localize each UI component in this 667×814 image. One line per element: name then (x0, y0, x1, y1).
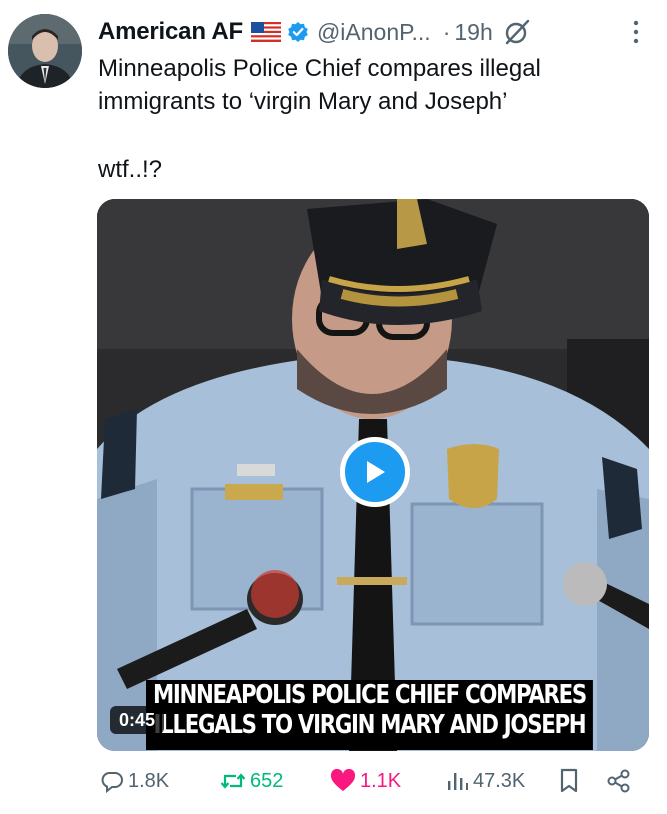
share-icon (607, 769, 630, 793)
us-flag-icon (250, 22, 281, 42)
video-caption: MINNEAPOLIS POLICE CHIEF COMPARES ILLEGA… (146, 680, 593, 750)
video-duration: 0:45 (110, 706, 164, 734)
author-handle[interactable]: @iAnonP... (317, 19, 431, 46)
bookmark-button[interactable] (558, 764, 584, 798)
views-count: 47.3K (473, 769, 526, 792)
post-timestamp[interactable]: 19h (454, 19, 492, 46)
repost-icon (220, 773, 246, 789)
video-caption-line1: MINNEAPOLIS POLICE CHIEF COMPARES (152, 680, 587, 710)
author-name[interactable]: American AF (98, 18, 243, 46)
more-options-icon[interactable] (633, 18, 639, 46)
post-text-extra: wtf..!? (98, 156, 163, 183)
repost-count: 652 (250, 769, 284, 792)
post-text: Minneapolis Police Chief compares illega… (98, 55, 541, 115)
avatar[interactable] (8, 14, 82, 88)
grok-icon[interactable] (503, 18, 531, 46)
reply-button[interactable]: 1.8K (100, 764, 169, 798)
reply-icon (101, 772, 123, 793)
verified-badge-icon (288, 22, 308, 42)
play-icon (367, 461, 385, 483)
views-icon (448, 773, 468, 790)
like-count: 1.1K (360, 769, 402, 792)
separator-dot: · (442, 18, 451, 45)
heart-icon (330, 769, 356, 791)
reply-count: 1.8K (128, 769, 170, 792)
post-header: American AF @iAnonP... · 19h (98, 14, 659, 50)
post-actions: 1.8K 652 1.1K 47.3K (100, 764, 648, 798)
video-player[interactable] (97, 199, 649, 751)
avatar-image (8, 14, 82, 88)
share-button[interactable] (606, 764, 636, 798)
repost-button[interactable]: 652 (220, 764, 283, 798)
bookmark-icon (560, 768, 578, 793)
views-button[interactable]: 47.3K (445, 764, 525, 798)
play-button[interactable] (340, 437, 410, 507)
like-button[interactable]: 1.1K (330, 764, 401, 798)
video-caption-line2: ILLEGALS TO VIRGIN MARY AND JOSEPH (153, 710, 587, 740)
